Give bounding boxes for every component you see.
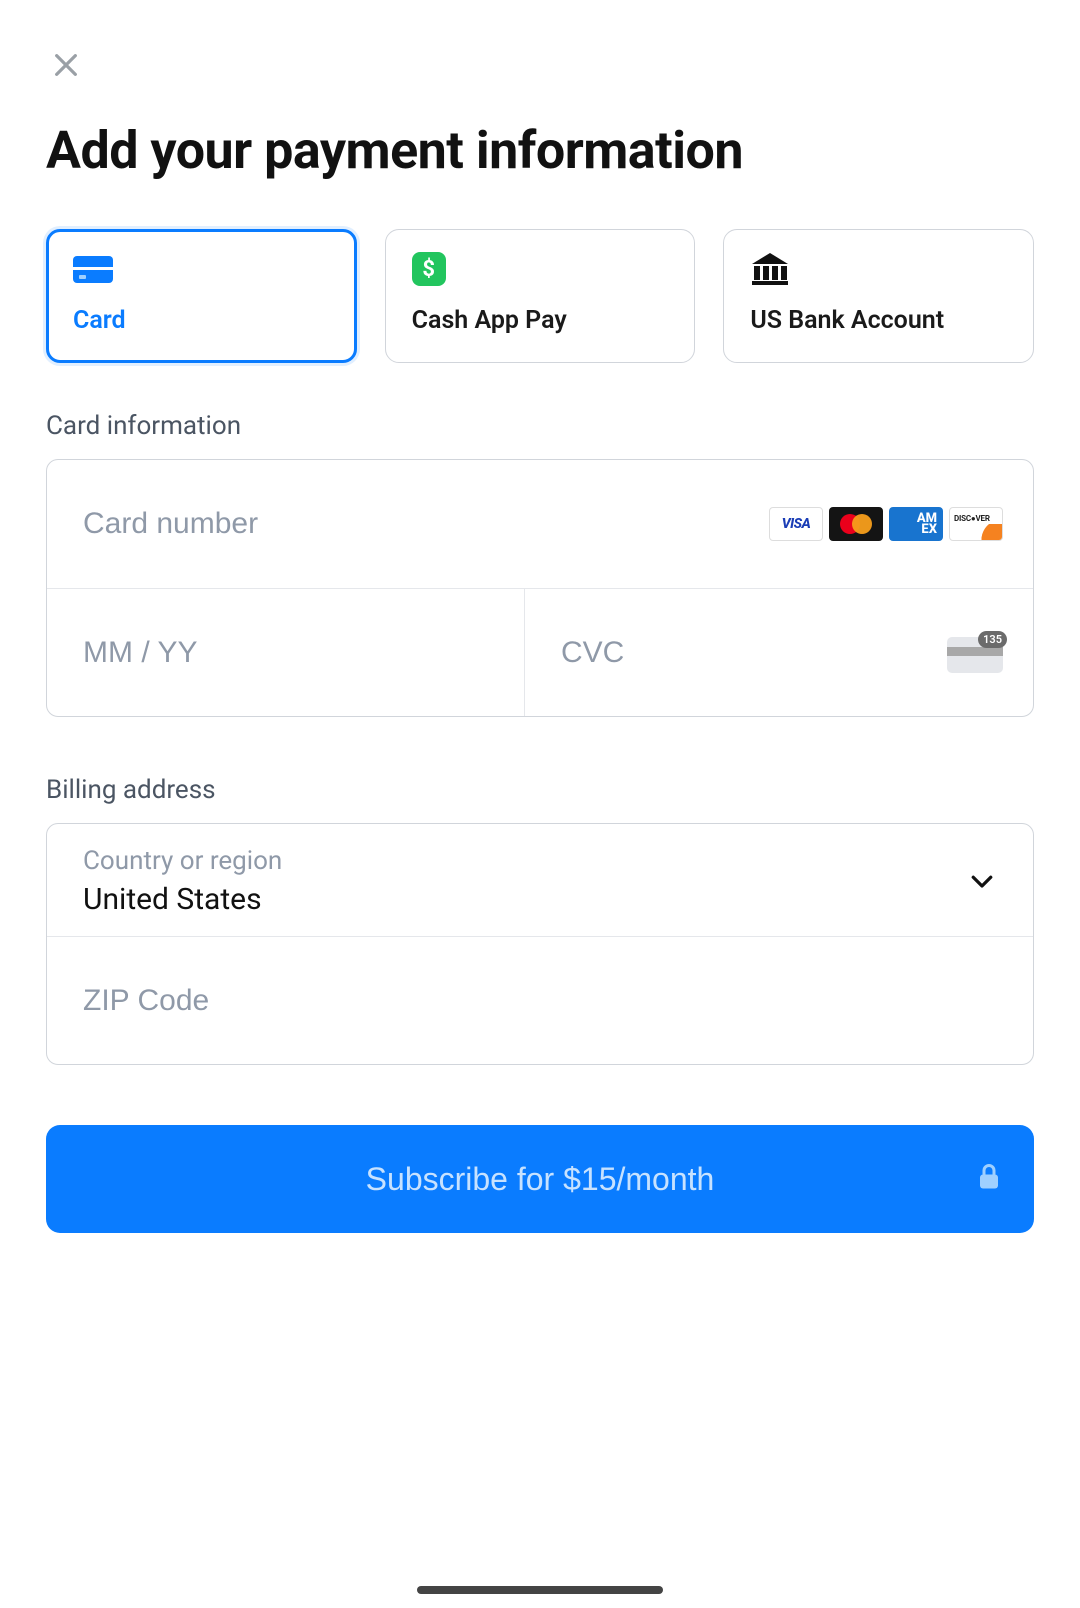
cvc-hint-icon: 135 xyxy=(947,635,1003,671)
cvc-cell: 135 xyxy=(525,589,1033,716)
expiry-input[interactable] xyxy=(83,636,494,670)
home-indicator[interactable] xyxy=(417,1586,663,1594)
discover-icon: DISC●VER xyxy=(949,507,1003,541)
zip-input[interactable] xyxy=(83,984,997,1018)
close-icon xyxy=(50,49,82,81)
country-select[interactable]: Country or region United States xyxy=(47,824,1033,936)
country-label: Country or region xyxy=(83,846,967,876)
visa-icon: VISA xyxy=(769,507,823,541)
chevron-down-icon xyxy=(967,866,997,896)
card-brand-icons: VISA AMEX DISC●VER xyxy=(769,507,1003,541)
card-info-group: VISA AMEX DISC●VER 135 xyxy=(46,459,1034,717)
amex-icon: AMEX xyxy=(889,507,943,541)
card-number-row: VISA AMEX DISC●VER xyxy=(47,460,1033,588)
expiry-cvc-row: 135 xyxy=(47,588,1033,716)
card-icon xyxy=(73,254,115,284)
payment-method-card-label: Card xyxy=(73,306,330,335)
payment-method-selector: Card $ Cash App Pay US Bank Account xyxy=(46,229,1034,363)
payment-method-bank-label: US Bank Account xyxy=(750,306,1007,335)
expiry-cell xyxy=(47,589,525,716)
mastercard-icon xyxy=(829,507,883,541)
subscribe-button-label: Subscribe for $15/month xyxy=(366,1161,715,1198)
billing-group: Country or region United States xyxy=(46,823,1034,1065)
country-value: United States xyxy=(83,882,967,917)
payment-method-cashapp-label: Cash App Pay xyxy=(412,306,669,335)
payment-method-cashapp[interactable]: $ Cash App Pay xyxy=(385,229,696,363)
billing-label: Billing address xyxy=(46,775,1034,805)
bank-icon xyxy=(750,254,792,284)
payment-method-card[interactable]: Card xyxy=(46,229,357,363)
page-title: Add your payment information xyxy=(46,120,1034,181)
close-button[interactable] xyxy=(46,45,86,85)
card-info-label: Card information xyxy=(46,411,1034,441)
payment-method-bank[interactable]: US Bank Account xyxy=(723,229,1034,363)
payment-screen: Add your payment information Card $ Cash… xyxy=(0,0,1080,1233)
lock-icon xyxy=(978,1161,1000,1198)
card-number-input[interactable] xyxy=(83,507,769,541)
cashapp-icon: $ xyxy=(412,254,454,284)
cvc-input[interactable] xyxy=(561,636,947,670)
zip-row xyxy=(47,936,1033,1064)
subscribe-button[interactable]: Subscribe for $15/month xyxy=(46,1125,1034,1233)
